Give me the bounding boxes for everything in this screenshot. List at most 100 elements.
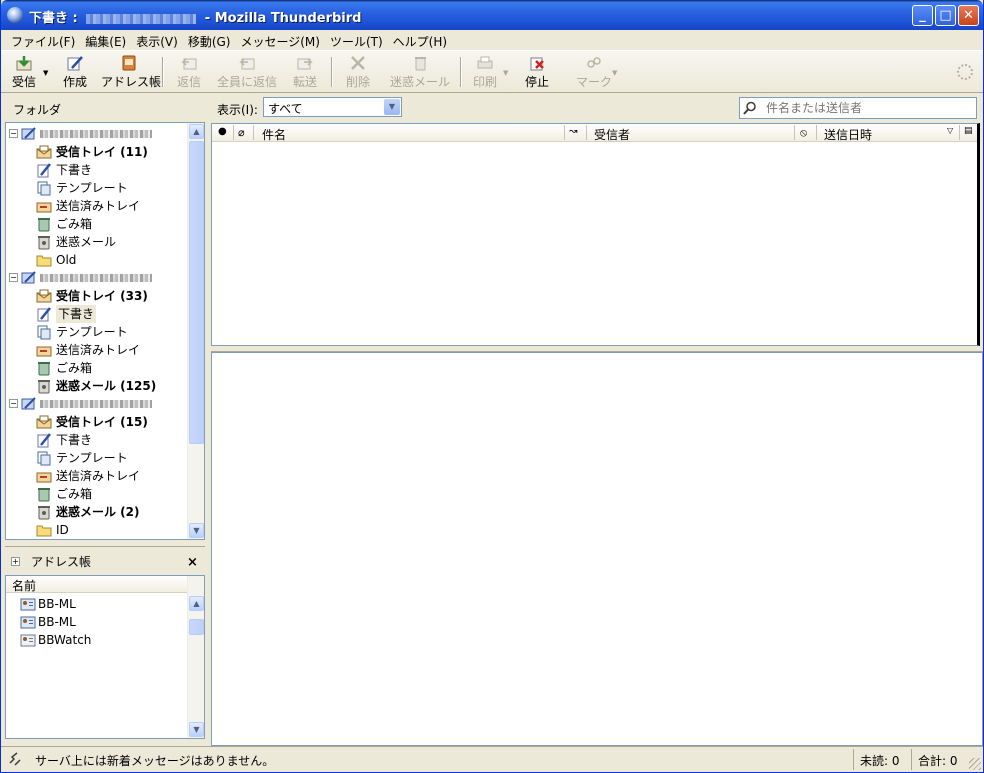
search-input[interactable] [764,100,964,116]
attachment-column-icon[interactable]: ⌀ [238,126,245,139]
folder-item[interactable]: テンプレート [6,449,189,467]
get-mail-dropdown-arrow[interactable]: ▼ [43,69,48,77]
mark-icon [587,57,601,68]
scroll-down-button[interactable]: ▼ [189,523,204,538]
forward-button[interactable]: 転送 [289,55,321,91]
folder-item[interactable]: 受信トレイ (11) [6,143,189,161]
collapse-icon[interactable]: − [9,129,18,138]
folder-tree: − 受信トレイ (11) 下書き テンプレート 送信済みトレイ ごみ箱 迷惑メール Old − 受… [5,122,205,540]
folder-label: ごみ箱 [56,217,93,231]
folder-item[interactable]: ID [6,521,189,539]
folder-item[interactable]: 下書き [6,305,189,323]
sent-icon [36,198,52,214]
mark-button[interactable]: マーク [575,55,613,91]
delete-icon [351,56,365,70]
scroll-thumb[interactable] [189,141,204,444]
recipient-column-header[interactable]: 受信者 [594,126,630,143]
title-bar[interactable]: 下書き : - Mozilla Thunderbird _ □ ✕ [1,0,983,30]
column-picker-icon[interactable]: ▤ [964,126,973,136]
chevron-down-icon[interactable]: ▼ [384,99,400,115]
scroll-up-button[interactable]: ▲ [189,124,204,139]
account-row[interactable]: − [6,269,189,287]
folder-label: ID [56,523,69,537]
contact-list-item[interactable]: BB-ML [20,613,76,631]
folder-item[interactable]: 迷惑メール (2) [6,503,189,521]
mark-dropdown-arrow[interactable]: ▼ [612,69,617,77]
maximize-button[interactable]: □ [935,5,956,26]
date-column-header[interactable]: 送信日時 [824,126,872,143]
window-title: 下書き : - Mozilla Thunderbird [29,11,362,26]
folder-item[interactable]: 送信済みトレイ [6,341,189,359]
message-preview-pane[interactable] [211,352,983,746]
close-button[interactable]: ✕ [958,5,979,26]
print-dropdown-arrow[interactable]: ▼ [503,69,508,77]
junk-icon [36,378,52,394]
collapse-icon[interactable]: − [9,399,18,408]
unread-count: 未読: 0 [853,749,906,770]
subject-column-header[interactable]: 件名 [262,126,286,143]
resize-grip[interactable] [969,758,981,770]
menu-view[interactable]: 表示(V) [132,30,184,50]
compose-button[interactable]: 作成 [57,55,93,91]
folder-item[interactable]: ごみ箱 [6,485,189,503]
junk-button[interactable]: 迷惑メール [389,55,451,91]
account-row[interactable]: − [6,395,189,413]
minimize-button[interactable]: _ [912,5,933,26]
search-icon[interactable] [743,101,757,115]
thread-view-icon[interactable]: ↝ [569,126,577,137]
menu-help[interactable]: ヘルプ(H) [389,30,453,50]
thunderbird-window: 下書き : - Mozilla Thunderbird _ □ ✕ ファイル(F… [0,0,984,773]
menu-edit[interactable]: 編集(E) [81,30,132,50]
contact-list-item[interactable]: BB-ML [20,595,76,613]
quick-search-box[interactable] [739,97,977,119]
menu-file[interactable]: ファイル(F) [7,30,81,50]
online-status-icon[interactable] [7,751,23,767]
stop-button[interactable]: 停止 [521,55,553,91]
folder-item[interactable]: 下書き [6,431,189,449]
address-book-button[interactable]: アドレス帳 [101,55,161,91]
scroll-down-button[interactable]: ▼ [189,722,204,737]
reply-button[interactable]: 返信 [173,55,205,91]
print-icon [477,56,493,69]
menu-message[interactable]: メッセージ(M) [236,30,325,50]
folder-label: ごみ箱 [56,361,93,375]
thread-column-icon[interactable]: ● [218,126,227,137]
delete-button[interactable]: 削除 [342,55,374,91]
menu-tools[interactable]: ツール(T) [326,30,389,50]
menu-bar: ファイル(F) 編集(E) 表示(V) 移動(G) メッセージ(M) ツール(T… [1,30,983,50]
redacted-account-name [40,125,152,143]
address-book-icon [122,55,136,71]
contact-list-item[interactable]: BBWatch [20,631,91,649]
folder-item[interactable]: 下書き [6,161,189,179]
folder-item[interactable]: 受信トレイ (33) [6,287,189,305]
folder-item[interactable]: テンプレート [6,323,189,341]
junk-status-column-icon[interactable]: ⦸ [800,126,807,140]
view-filter-select[interactable]: すべて ▼ [263,97,402,117]
account-row[interactable]: − [6,125,189,143]
activity-throbber-icon [957,64,973,80]
folder-item[interactable]: 迷惑メール (125) [6,377,189,395]
stop-icon [530,57,544,71]
expand-icon[interactable]: + [11,557,20,566]
folder-item[interactable]: 迷惑メール [6,233,189,251]
get-mail-button[interactable]: 受信 [7,55,41,91]
folder-item[interactable]: テンプレート [6,179,189,197]
scroll-up-button[interactable]: ▲ [189,596,204,611]
print-button[interactable]: 印刷 [469,55,501,91]
reply-all-button[interactable]: 全員に返信 [217,55,277,91]
folder-item[interactable]: 受信トレイ (15) [6,413,189,431]
folder-item[interactable]: ごみ箱 [6,359,189,377]
address-book-column-header[interactable]: 名前 [6,576,189,593]
folder-item[interactable]: ごみ箱 [6,215,189,233]
close-icon[interactable]: × [187,555,198,570]
collapse-icon[interactable]: − [9,273,18,282]
thread-list[interactable]: ● ⌀ 件名 ↝ 受信者 ⦸ 送信日時 ▽ ▤ [211,123,980,346]
folder-item[interactable]: 送信済みトレイ [6,197,189,215]
folder-item[interactable]: Old [6,251,189,269]
folder-tree-scrollbar[interactable]: ▲ ▼ [187,123,204,539]
scroll-thumb[interactable] [189,619,204,635]
folder-item[interactable]: 送信済みトレイ [6,467,189,485]
thunderbird-app-icon[interactable] [7,7,23,23]
menu-go[interactable]: 移動(G) [184,30,237,50]
address-book-scrollbar[interactable]: ▲ ▼ [187,576,204,738]
